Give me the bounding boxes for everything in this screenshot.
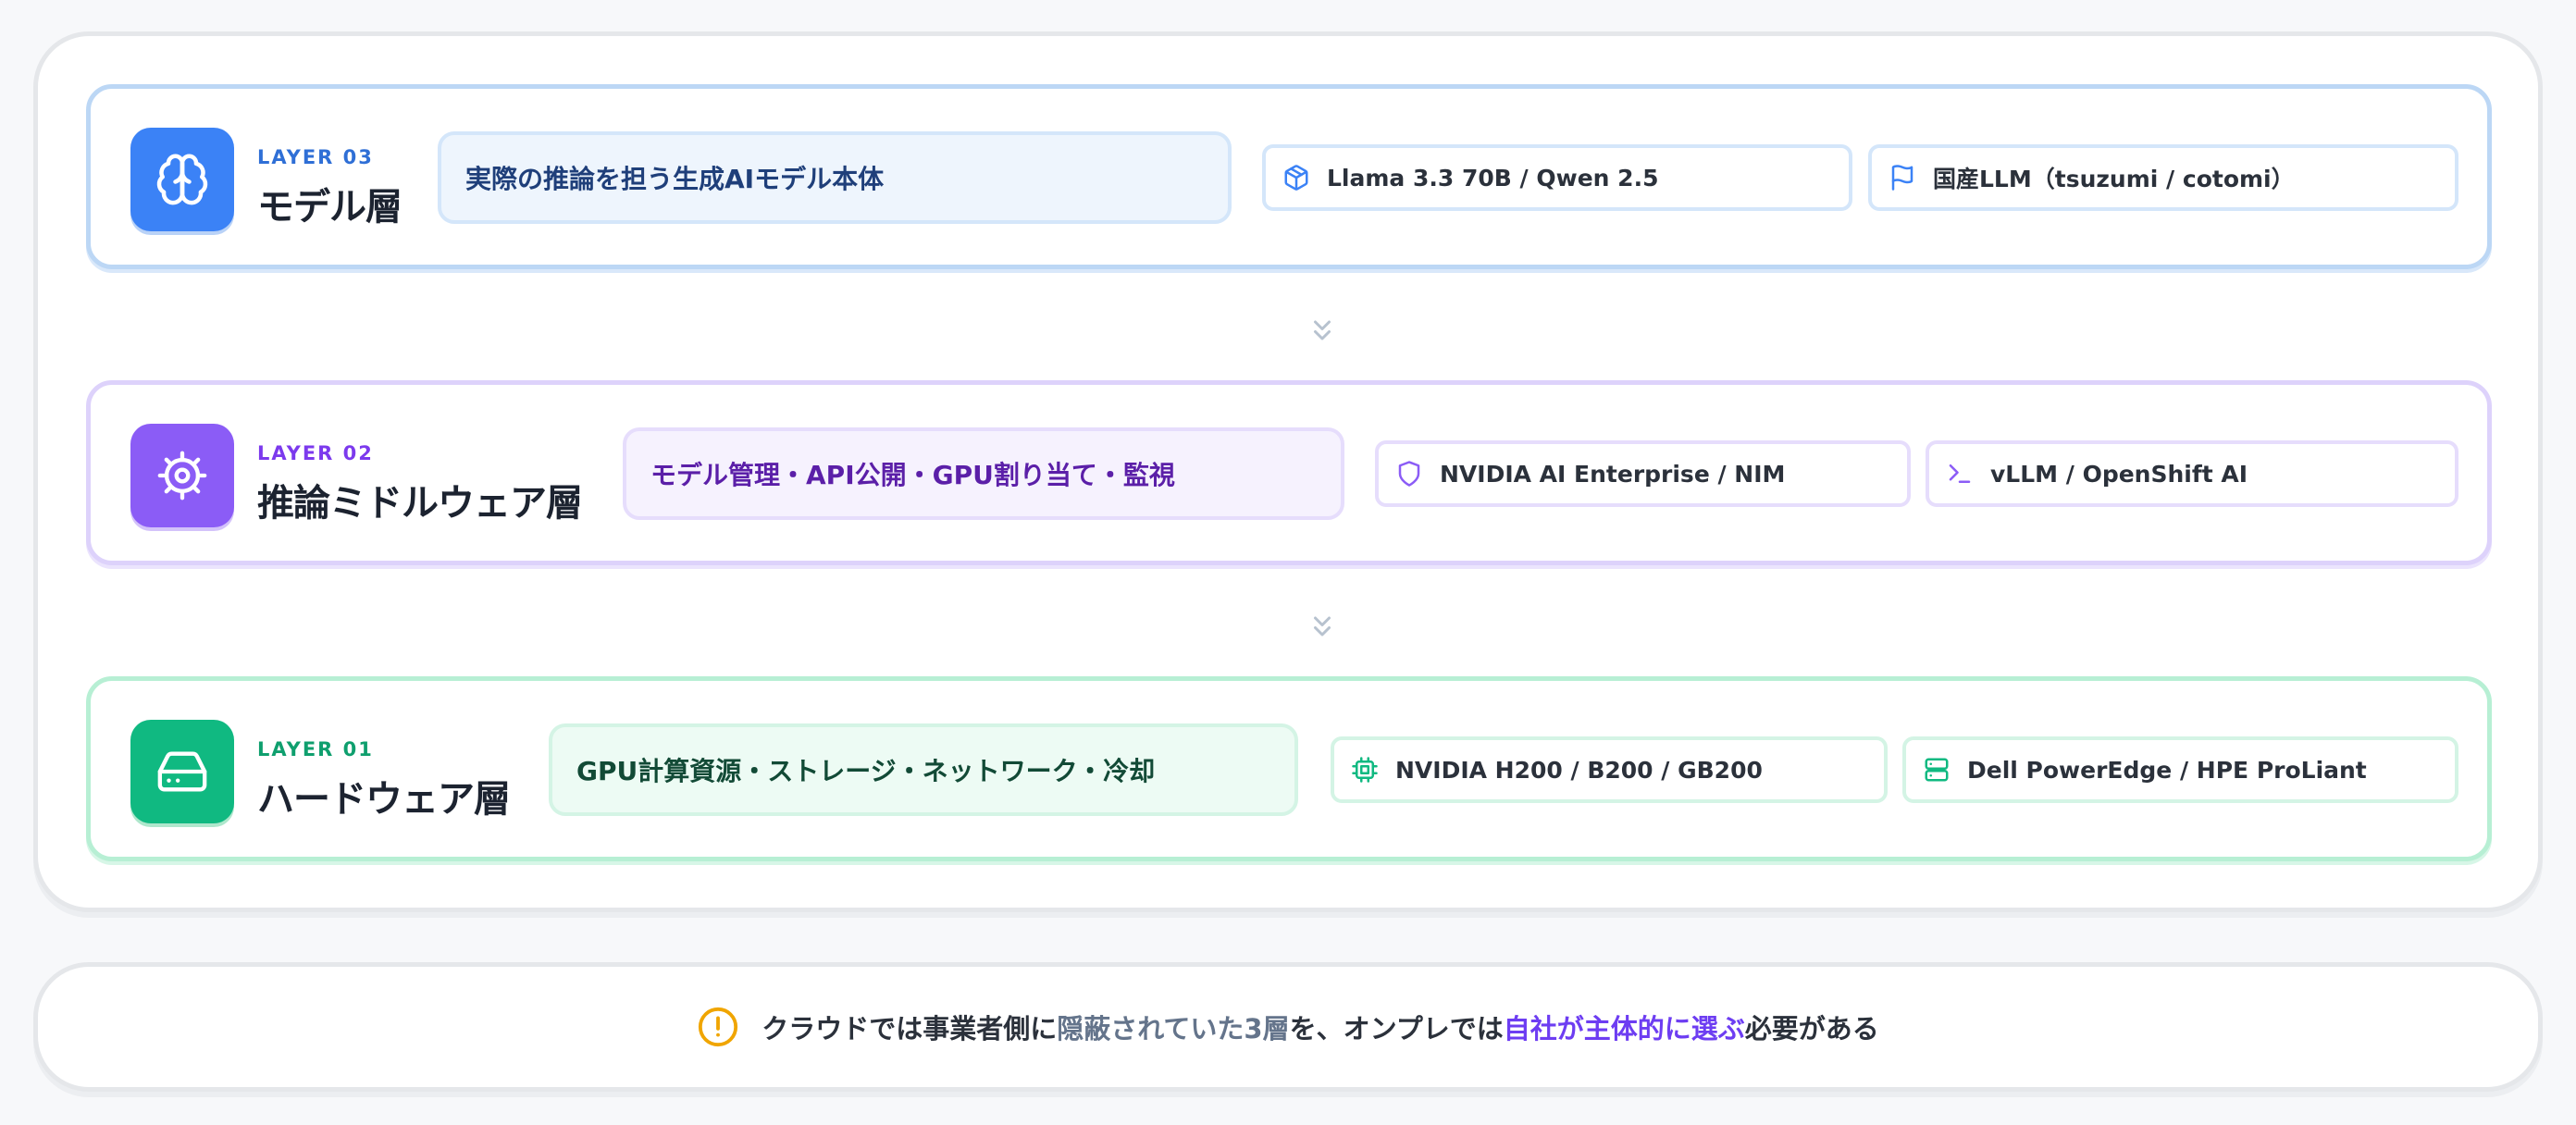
note-highlight-hidden: 隠蔽されていた3層: [1057, 1013, 1290, 1045]
tech-chip: 国産LLM（tsuzumi / cotomi）: [1868, 144, 2458, 211]
layer-03-model: LAYER 03 モデル層 実際の推論を担う生成AIモデル本体 Llama 3.…: [86, 84, 2492, 269]
gear-icon: [130, 424, 234, 527]
layer-kicker: LAYER 02: [257, 442, 374, 464]
cpu-icon: [1352, 757, 1378, 783]
note-part: を、オンプレでは: [1289, 1013, 1504, 1045]
chip-label: NVIDIA AI Enterprise / NIM: [1440, 460, 1786, 488]
layer-stack-card: LAYER 03 モデル層 実際の推論を担う生成AIモデル本体 Llama 3.…: [33, 31, 2543, 912]
chip-label: Dell PowerEdge / HPE ProLiant: [1967, 756, 2367, 784]
tech-chip: NVIDIA H200 / B200 / GB200: [1331, 736, 1888, 803]
tech-chip: Llama 3.3 70B / Qwen 2.5: [1262, 144, 1852, 211]
chevrons-down-icon: [1314, 616, 1331, 637]
layer-title: ハードウェア層: [257, 778, 511, 821]
chevrons-down-icon: [1314, 320, 1331, 340]
flag-icon: [1891, 165, 1913, 191]
layer-description: 実際の推論を担う生成AIモデル本体: [438, 131, 1232, 224]
note-part: 必要がある: [1744, 1013, 1879, 1045]
layer-description: GPU計算資源・ストレージ・ネットワーク・冷却: [549, 723, 1298, 816]
layer-description: モデル管理・API公開・GPU割り当て・監視: [623, 427, 1344, 520]
note-highlight-choose: 自社が主体的に選ぶ: [1503, 1013, 1745, 1045]
chip-label: 国産LLM（tsuzumi / cotomi）: [1933, 166, 2295, 192]
layer-01-hardware: LAYER 01 ハードウェア層 GPU計算資源・ストレージ・ネットワーク・冷却…: [86, 676, 2492, 861]
hard-drive-icon: [130, 720, 234, 823]
layer-02-middleware: LAYER 02 推論ミドルウェア層 モデル管理・API公開・GPU割り当て・監…: [86, 380, 2492, 565]
layer-title: モデル層: [257, 186, 402, 229]
brain-icon: [130, 128, 234, 231]
note-part: クラウドでは事業者側に: [762, 1013, 1058, 1045]
layer-title: 推論ミドルウェア層: [257, 482, 583, 525]
summary-note: クラウドでは事業者側に隠蔽されていた3層を、オンプレでは自社が主体的に選ぶ必要が…: [33, 962, 2543, 1092]
layer-kicker: LAYER 03: [257, 146, 374, 168]
shield-icon: [1398, 461, 1420, 487]
note-text: クラウドでは事業者側に隠蔽されていた3層を、オンプレでは自社が主体的に選ぶ必要が…: [762, 1008, 1879, 1046]
tech-chip: vLLM / OpenShift AI: [1926, 440, 2458, 507]
tech-chip: Dell PowerEdge / HPE ProLiant: [1902, 736, 2458, 803]
tech-chip: NVIDIA AI Enterprise / NIM: [1375, 440, 1911, 507]
chip-label: Llama 3.3 70B / Qwen 2.5: [1327, 164, 1659, 192]
layer-kicker: LAYER 01: [257, 738, 374, 760]
alert-circle-icon: [699, 1007, 738, 1047]
server-icon: [1925, 758, 1949, 782]
package-icon: [1284, 165, 1308, 191]
terminal-icon: [1949, 464, 1971, 483]
chip-label: vLLM / OpenShift AI: [1990, 460, 2248, 488]
chip-label: NVIDIA H200 / B200 / GB200: [1395, 756, 1763, 784]
